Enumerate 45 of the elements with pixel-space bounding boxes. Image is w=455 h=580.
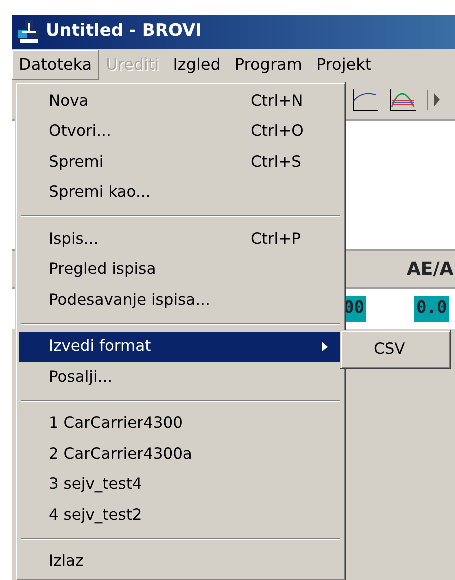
menu-item-label: CSV <box>374 338 406 360</box>
shortcut-label: Ctrl+S <box>251 152 302 173</box>
menu-item-label: Spremi kao... <box>49 182 151 204</box>
menu-item[interactable]: 3 sejv_test4 <box>19 470 342 500</box>
window-title: Untitled - BROVI <box>46 20 202 44</box>
menu-item-label: 3 sejv_test4 <box>49 474 142 496</box>
menu-item-label: Nova <box>49 90 89 112</box>
menu-item[interactable]: 2 CarCarrier4300a <box>19 439 342 470</box>
menu-item[interactable]: Spremi kao... <box>19 178 342 208</box>
menu-item[interactable]: Izlaz <box>19 546 342 577</box>
menu-item-label: 1 CarCarrier4300 <box>49 413 183 434</box>
shortcut-label: Ctrl+N <box>251 90 304 112</box>
menu-item[interactable]: Posalji... <box>19 362 342 392</box>
menu-bar-item[interactable]: Projekt <box>309 50 379 80</box>
menu-item[interactable]: Pregled ispisa <box>19 254 342 285</box>
menu-bar-item[interactable]: Izgled <box>166 50 228 80</box>
menu-item-label: 4 sejv_test2 <box>49 504 142 526</box>
column-header: AE/A <box>407 258 454 282</box>
menu-bar-item[interactable]: Datoteka <box>12 50 100 80</box>
menu-item-label: Pregled ispisa <box>49 259 156 280</box>
menu-item-label: Otvori... <box>49 121 112 142</box>
menu-item-label: Spremi <box>49 152 104 173</box>
menu-item-label: 2 CarCarrier4300a <box>49 444 192 465</box>
menu-item[interactable]: Spremi Ctrl+S <box>19 147 342 178</box>
line-chart-icon[interactable] <box>388 87 418 113</box>
table-cell: 0.0 <box>414 296 450 322</box>
menu-item-label: Izvedi format <box>49 336 152 358</box>
play-icon[interactable] <box>426 87 440 113</box>
menu-item[interactable]: CSV <box>344 334 447 364</box>
menu-item-label: Posalji... <box>49 366 113 388</box>
app-icon <box>16 19 42 45</box>
menu-item[interactable]: Ispis... Ctrl+P <box>19 224 342 254</box>
menu-item-label: Podesavanje ispisa... <box>49 290 210 311</box>
menu-bar-item[interactable]: Program <box>228 50 310 80</box>
submenu-arrow-icon <box>322 342 328 352</box>
menu-item[interactable]: Podesavanje ispisa... <box>19 285 342 316</box>
shortcut-label: Ctrl+P <box>251 228 301 250</box>
shortcut-label: Ctrl+O <box>251 121 304 142</box>
menu-item-label: Ispis... <box>49 228 99 250</box>
menu-item[interactable]: Nova Ctrl+N <box>19 86 342 116</box>
menu-item[interactable]: 1 CarCarrier4300 <box>19 408 342 439</box>
menu-item-label: Izlaz <box>49 551 84 572</box>
menu-item[interactable]: 4 sejv_test2 <box>19 500 342 530</box>
menu-item[interactable]: Otvori... Ctrl+O <box>19 116 342 147</box>
menu-item[interactable]: Izvedi format <box>19 332 342 362</box>
